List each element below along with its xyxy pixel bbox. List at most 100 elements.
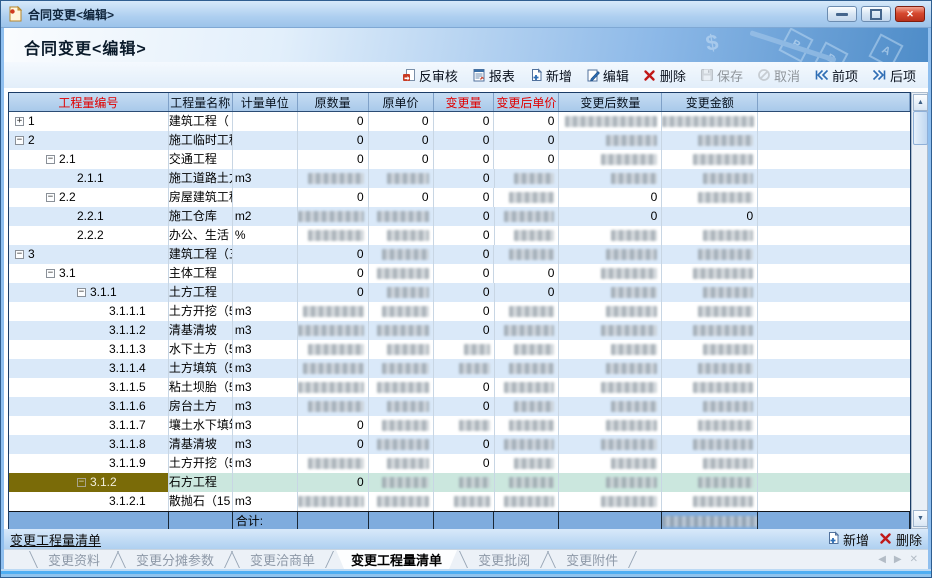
value-cell bbox=[559, 454, 662, 473]
table-row[interactable]: −2施工临时工程0000 bbox=[9, 131, 910, 150]
subbar-button-delete-x[interactable]: 删除 bbox=[879, 530, 922, 549]
censored-value bbox=[504, 382, 554, 393]
censored-value bbox=[298, 211, 364, 222]
table-row[interactable]: 3.1.1.4土方填筑（5m3 bbox=[9, 359, 910, 378]
column-header[interactable]: 计量单位 bbox=[233, 93, 298, 111]
name-cell: 清基清坡 bbox=[169, 321, 233, 340]
empty-cell bbox=[758, 264, 910, 283]
column-header[interactable] bbox=[758, 93, 910, 111]
column-header[interactable]: 工程量名称 bbox=[169, 93, 233, 111]
subbar-button-add-doc[interactable]: 新增 bbox=[826, 530, 869, 549]
toolbar-button-label: 前项 bbox=[832, 66, 858, 85]
column-header[interactable]: 变更后单价 bbox=[494, 93, 559, 111]
table-row[interactable]: 2.1.1施工道路土方m30 bbox=[9, 169, 910, 188]
value-cell bbox=[298, 321, 369, 340]
tab-变更资料[interactable]: 变更资料 bbox=[33, 550, 115, 569]
toolbar-button-prev-item[interactable]: 前项 bbox=[808, 63, 864, 88]
table-row[interactable]: −3.1.2石方工程0 bbox=[9, 473, 910, 492]
column-header[interactable]: 变更金额 bbox=[662, 93, 758, 111]
table-row[interactable]: −3.1.1土方工程000 bbox=[9, 283, 910, 302]
table-row[interactable]: 2.2.1施工仓库m2000 bbox=[9, 207, 910, 226]
close-tab-icon[interactable]: ✕ bbox=[910, 554, 918, 565]
value-cell bbox=[298, 340, 369, 359]
unit-cell: m3 bbox=[233, 397, 298, 416]
tab-变更批阅[interactable]: 变更批阅 bbox=[463, 550, 545, 569]
column-header[interactable]: 原单价 bbox=[369, 93, 434, 111]
collapse-icon[interactable]: − bbox=[77, 288, 86, 297]
value-cell bbox=[369, 416, 434, 435]
empty-cell bbox=[758, 112, 910, 131]
value-cell bbox=[495, 226, 560, 245]
table-row[interactable]: 3.1.1.7壤土水下填筑m30 bbox=[9, 416, 910, 435]
minimize-button[interactable] bbox=[827, 6, 857, 22]
value-cell: 0 bbox=[298, 245, 369, 264]
table-row[interactable]: 3.1.1.8清基清坡m300 bbox=[9, 435, 910, 454]
table-row[interactable]: 3.1.2.1散抛石（15m3 bbox=[9, 492, 910, 511]
collapse-icon[interactable]: − bbox=[46, 155, 55, 164]
toolbar-button-label: 删除 bbox=[660, 66, 686, 85]
value-cell: 0 bbox=[298, 188, 369, 207]
table-row[interactable]: 3.1.1.2清基清坡m30 bbox=[9, 321, 910, 340]
table-row[interactable]: −3建筑工程（三00 bbox=[9, 245, 910, 264]
scroll-up-button[interactable]: ▲ bbox=[913, 94, 928, 111]
row-id: 3 bbox=[28, 245, 35, 264]
name-cell: 房台土方 bbox=[169, 397, 233, 416]
next-tab-icon[interactable]: ▶ bbox=[894, 554, 902, 565]
toolbar-button-add-doc[interactable]: 新增 bbox=[523, 63, 578, 88]
close-button[interactable]: ✕ bbox=[895, 6, 925, 22]
column-header[interactable]: 原数量 bbox=[298, 93, 369, 111]
restore-button[interactable] bbox=[861, 6, 891, 22]
tab-变更洽商单[interactable]: 变更洽商单 bbox=[235, 550, 330, 569]
table-row[interactable]: 3.1.1.9土方开挖（5m30 bbox=[9, 454, 910, 473]
table-row[interactable]: +1建筑工程（0000 bbox=[9, 112, 910, 131]
minimize-icon bbox=[836, 13, 848, 16]
censored-value bbox=[377, 268, 429, 279]
toolbar-button-report[interactable]: 报表 bbox=[466, 63, 521, 88]
tab-变更工程量清单[interactable]: 变更工程量清单 bbox=[336, 550, 457, 569]
value-cell bbox=[662, 264, 758, 283]
collapse-icon[interactable]: − bbox=[15, 136, 24, 145]
censored-value bbox=[611, 287, 657, 298]
empty-cell bbox=[758, 397, 910, 416]
collapse-icon[interactable]: − bbox=[77, 478, 86, 487]
value-cell bbox=[434, 473, 495, 492]
column-header[interactable]: 变更量 bbox=[434, 93, 495, 111]
tab-变更分摊参数[interactable]: 变更分摊参数 bbox=[121, 550, 229, 569]
table-row[interactable]: 2.2.2办公、生活%0 bbox=[9, 226, 910, 245]
toolbar-button-next-item[interactable]: 后项 bbox=[866, 63, 922, 88]
value-cell bbox=[559, 416, 662, 435]
quantity-table: 工程量编号工程量名称计量单位原数量原单价变更量变更后单价变更后数量变更金额 +1… bbox=[8, 92, 911, 529]
censored-value bbox=[606, 249, 657, 260]
collapse-icon[interactable]: − bbox=[46, 269, 55, 278]
table-row[interactable]: −3.1主体工程000 bbox=[9, 264, 910, 283]
empty-cell bbox=[758, 302, 910, 321]
column-header[interactable]: 变更后数量 bbox=[559, 93, 662, 111]
table-row[interactable]: 3.1.1.6房台土方m30 bbox=[9, 397, 910, 416]
column-header[interactable]: 工程量编号 bbox=[9, 93, 169, 111]
table-row[interactable]: 3.1.1.1土方开挖（5m30 bbox=[9, 302, 910, 321]
table-row[interactable]: −2.2房屋建筑工程0000 bbox=[9, 188, 910, 207]
toolbar: 反审核报表新增编辑 删除保存取消 前项后项 bbox=[4, 62, 928, 88]
vertical-scrollbar[interactable]: ▲ ▼ bbox=[911, 92, 928, 529]
toolbar-button-save-disk[interactable]: 保存 bbox=[694, 63, 749, 88]
table-row[interactable]: 3.1.1.3水下土方（5m3 bbox=[9, 340, 910, 359]
table-row[interactable]: −2.1交通工程0000 bbox=[9, 150, 910, 169]
censored-value bbox=[459, 363, 490, 374]
scrollbar-thumb[interactable] bbox=[913, 111, 928, 145]
toolbar-button-anti-audit[interactable]: 反审核 bbox=[396, 63, 464, 88]
tab-变更附件[interactable]: 变更附件 bbox=[551, 550, 633, 569]
toolbar-button-edit-doc[interactable]: 编辑 bbox=[580, 63, 635, 88]
censored-value bbox=[606, 363, 657, 374]
censored-value bbox=[509, 363, 554, 374]
toolbar-button-cancel-slash[interactable]: 取消 bbox=[751, 63, 806, 88]
expand-icon[interactable]: + bbox=[15, 117, 24, 126]
prev-tab-icon[interactable]: ◀ bbox=[878, 554, 886, 565]
tree-cell: −3.1.1 bbox=[9, 283, 169, 302]
table-row[interactable]: 3.1.1.5粘土坝胎（5m30 bbox=[9, 378, 910, 397]
collapse-icon[interactable]: − bbox=[46, 193, 55, 202]
scroll-down-button[interactable]: ▼ bbox=[913, 510, 928, 527]
value-cell bbox=[369, 169, 434, 188]
name-cell: 石方工程 bbox=[169, 473, 233, 492]
toolbar-button-delete-x[interactable]: 删除 bbox=[637, 63, 692, 88]
collapse-icon[interactable]: − bbox=[15, 250, 24, 259]
